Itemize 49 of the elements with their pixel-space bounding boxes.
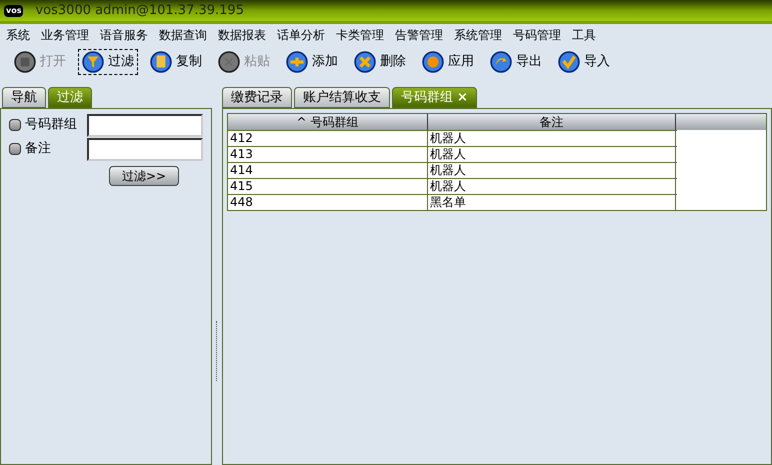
table-cell: 412 bbox=[228, 131, 428, 146]
table-cell: 机器人 bbox=[428, 163, 676, 178]
copy-icon bbox=[150, 51, 172, 73]
toolbar-button[interactable]: 导入 bbox=[554, 49, 614, 75]
column-header[interactable]: 备注 bbox=[428, 114, 676, 130]
field-label: 备注 bbox=[24, 140, 52, 158]
menu-item[interactable]: 业务管理 bbox=[41, 26, 89, 44]
table-cell: 414 bbox=[228, 163, 428, 178]
tab[interactable]: 缴费记录 bbox=[222, 87, 292, 108]
tab[interactable]: 过滤 bbox=[48, 87, 92, 108]
menu-item[interactable]: 数据查询 bbox=[159, 26, 207, 44]
menu-item[interactable]: 告警管理 bbox=[395, 26, 443, 44]
filter-button[interactable]: 过滤>> bbox=[109, 166, 179, 186]
table-cell: 413 bbox=[228, 147, 428, 162]
table-cell: 机器人 bbox=[428, 131, 676, 146]
table-cell: 机器人 bbox=[428, 179, 676, 194]
close-icon[interactable]: × bbox=[457, 88, 468, 108]
menu-item[interactable]: 工具 bbox=[572, 26, 596, 44]
app-logo: vos bbox=[4, 4, 24, 16]
toolbar-button[interactable]: 删除 bbox=[350, 49, 410, 75]
menu-item[interactable]: 数据报表 bbox=[218, 26, 266, 44]
field-label: 号码群组 bbox=[24, 116, 78, 134]
menu-item[interactable]: 卡类管理 bbox=[336, 26, 384, 44]
table-cell: 415 bbox=[228, 179, 428, 194]
toolbar-button[interactable]: 应用 bbox=[418, 49, 478, 75]
menu-item[interactable]: 语音服务 bbox=[100, 26, 148, 44]
checkbox[interactable] bbox=[9, 143, 21, 155]
menu-item[interactable]: 话单分析 bbox=[277, 26, 325, 44]
window-title: vos3000 admin@101.37.39.195 bbox=[35, 2, 244, 20]
tab[interactable]: 导航 bbox=[2, 87, 46, 108]
tab[interactable]: 账户结算收支 bbox=[294, 87, 390, 108]
add-icon bbox=[286, 51, 308, 73]
tab[interactable]: 号码群组 × bbox=[392, 87, 477, 108]
toolbar-button[interactable]: 复制 bbox=[146, 49, 206, 75]
menu-item[interactable]: 系统管理 bbox=[454, 26, 502, 44]
table-cell: 448 bbox=[228, 195, 428, 210]
filter-icon bbox=[82, 51, 104, 73]
toolbar-button[interactable]: 过滤 bbox=[78, 49, 138, 75]
input-field[interactable] bbox=[87, 138, 203, 160]
delete-icon bbox=[354, 51, 376, 73]
input-field[interactable] bbox=[87, 114, 203, 136]
column-header[interactable]: ^ 号码群组 bbox=[228, 114, 428, 130]
checkbox[interactable] bbox=[9, 119, 21, 131]
table-cell: 机器人 bbox=[428, 147, 676, 162]
menu-item[interactable]: 系统 bbox=[6, 26, 30, 44]
toolbar-button[interactable]: 导出 bbox=[486, 49, 546, 75]
table-cell: 黑名单 bbox=[428, 195, 676, 210]
menu-item[interactable]: 号码管理 bbox=[513, 26, 561, 44]
toolbar-button[interactable]: 添加 bbox=[282, 49, 342, 75]
